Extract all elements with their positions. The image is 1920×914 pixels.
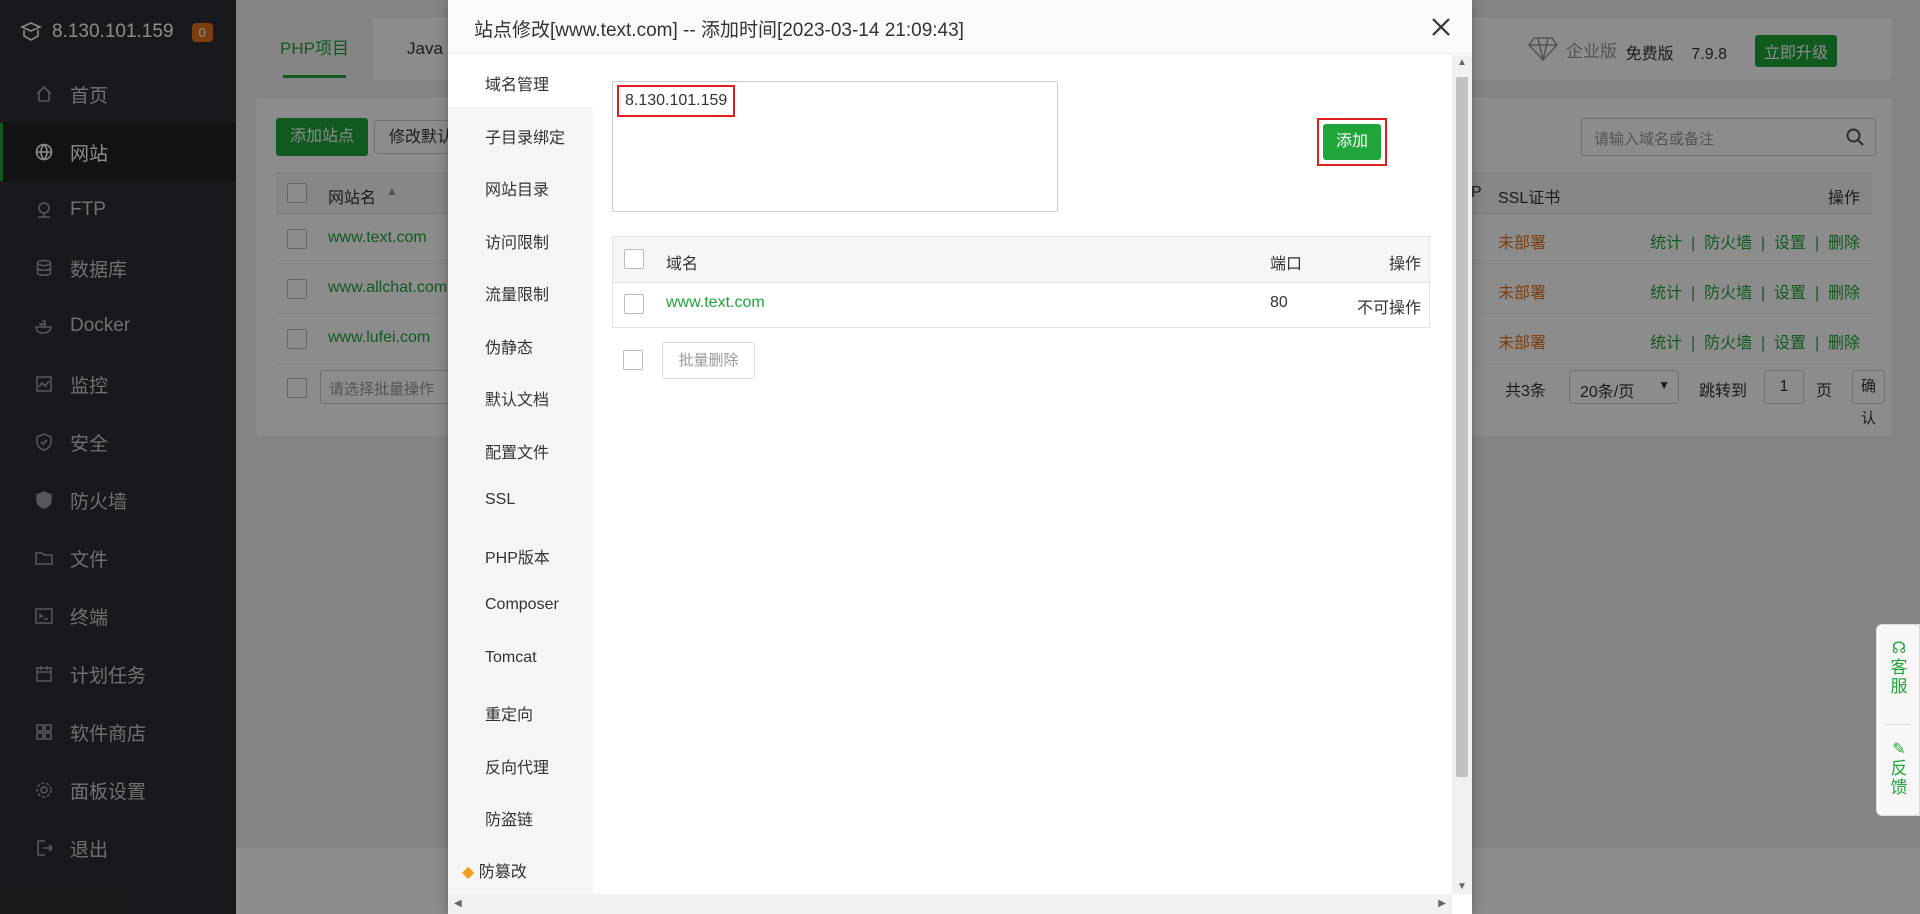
horizontal-scrollbar[interactable]: ◀ ▶ (448, 894, 1452, 914)
domain-input-value: 8.130.101.159 (617, 85, 736, 117)
nav-hotlink-protection[interactable]: 防盗链 (485, 806, 533, 830)
nav-reverse-proxy[interactable]: 反向代理 (485, 754, 549, 778)
add-domain-button[interactable]: 添加 (1323, 124, 1381, 160)
nav-traffic-limit[interactable]: 流量限制 (485, 281, 549, 305)
scroll-down-icon[interactable]: ▼ (1457, 881, 1467, 892)
close-icon[interactable] (1430, 16, 1452, 38)
nav-rewrite[interactable]: 伪静态 (485, 334, 533, 358)
domain-textarea[interactable]: 8.130.101.159 (612, 81, 1058, 212)
nav-subdir-binding[interactable]: 子目录绑定 (485, 124, 565, 148)
feedback-label: 反馈 (1890, 759, 1908, 797)
nav-default-doc[interactable]: 默认文档 (485, 386, 549, 410)
nav-domain-management[interactable]: 域名管理 (485, 71, 549, 95)
batch-select-domains-checkbox[interactable] (623, 350, 643, 370)
select-all-domains-checkbox[interactable] (624, 249, 644, 269)
nav-tomcat[interactable]: Tomcat (485, 649, 537, 667)
nav-redirect[interactable]: 重定向 (485, 701, 533, 725)
nav-access-limit[interactable]: 访问限制 (485, 229, 549, 253)
scroll-up-icon[interactable]: ▲ (1457, 57, 1467, 68)
service-label: 客服 (1890, 658, 1908, 696)
scroll-right-icon[interactable]: ▶ (1438, 898, 1446, 909)
vertical-scrollbar[interactable]: ▲ ▼ (1452, 55, 1472, 894)
col-operation: 操作 (1388, 256, 1421, 273)
col-domain: 域名 (666, 256, 699, 273)
nav-label: 防篡改 (478, 864, 527, 881)
table-row: www.text.com 80 不可操作 (612, 282, 1430, 328)
floating-help-panel: ☊ 客服 ✎ 反馈 (1876, 624, 1920, 816)
customer-service-button[interactable]: ☊ 客服 (1890, 639, 1908, 696)
domain-port: 80 (1270, 294, 1288, 311)
nav-tamper-proof[interactable]: ◆ 防篡改 (462, 858, 527, 882)
nav-ssl[interactable]: SSL (485, 491, 515, 509)
scroll-left-icon[interactable]: ◀ (454, 898, 462, 909)
headset-icon: ☊ (1891, 640, 1907, 657)
domain-table-header: 域名 端口 操作 (612, 236, 1430, 283)
site-edit-modal: 站点修改[www.text.com] -- 添加时间[2023-03-14 21… (448, 0, 1472, 914)
add-button-highlight: 添加 (1317, 118, 1387, 166)
domain-link[interactable]: www.text.com (666, 294, 765, 312)
nav-php-version[interactable]: PHP版本 (485, 544, 550, 568)
modal-side-nav: 域名管理 子目录绑定 网站目录 访问限制 流量限制 伪静态 默认文档 配置文件 … (448, 55, 593, 894)
gem-icon: ◆ (462, 864, 475, 881)
modal-title: 站点修改[www.text.com] -- 添加时间[2023-03-14 21… (474, 20, 964, 41)
modal-content: 8.130.101.159 添加 域名 端口 操作 www.text.com 8… (593, 55, 1452, 894)
edit-icon: ✎ (1892, 741, 1906, 758)
scrollbar-thumb[interactable] (1456, 77, 1468, 777)
domain-row-checkbox[interactable] (624, 294, 644, 314)
batch-delete-button[interactable]: 批量删除 (662, 342, 755, 379)
divider (1885, 724, 1911, 725)
nav-site-directory[interactable]: 网站目录 (485, 176, 549, 200)
col-port: 端口 (1270, 256, 1303, 273)
modal-header: 站点修改[www.text.com] -- 添加时间[2023-03-14 21… (448, 0, 1472, 54)
nav-config-file[interactable]: 配置文件 (485, 439, 549, 463)
domain-op-status: 不可操作 (1356, 300, 1421, 317)
nav-composer[interactable]: Composer (485, 596, 559, 614)
feedback-button[interactable]: ✎ 反馈 (1890, 740, 1908, 797)
